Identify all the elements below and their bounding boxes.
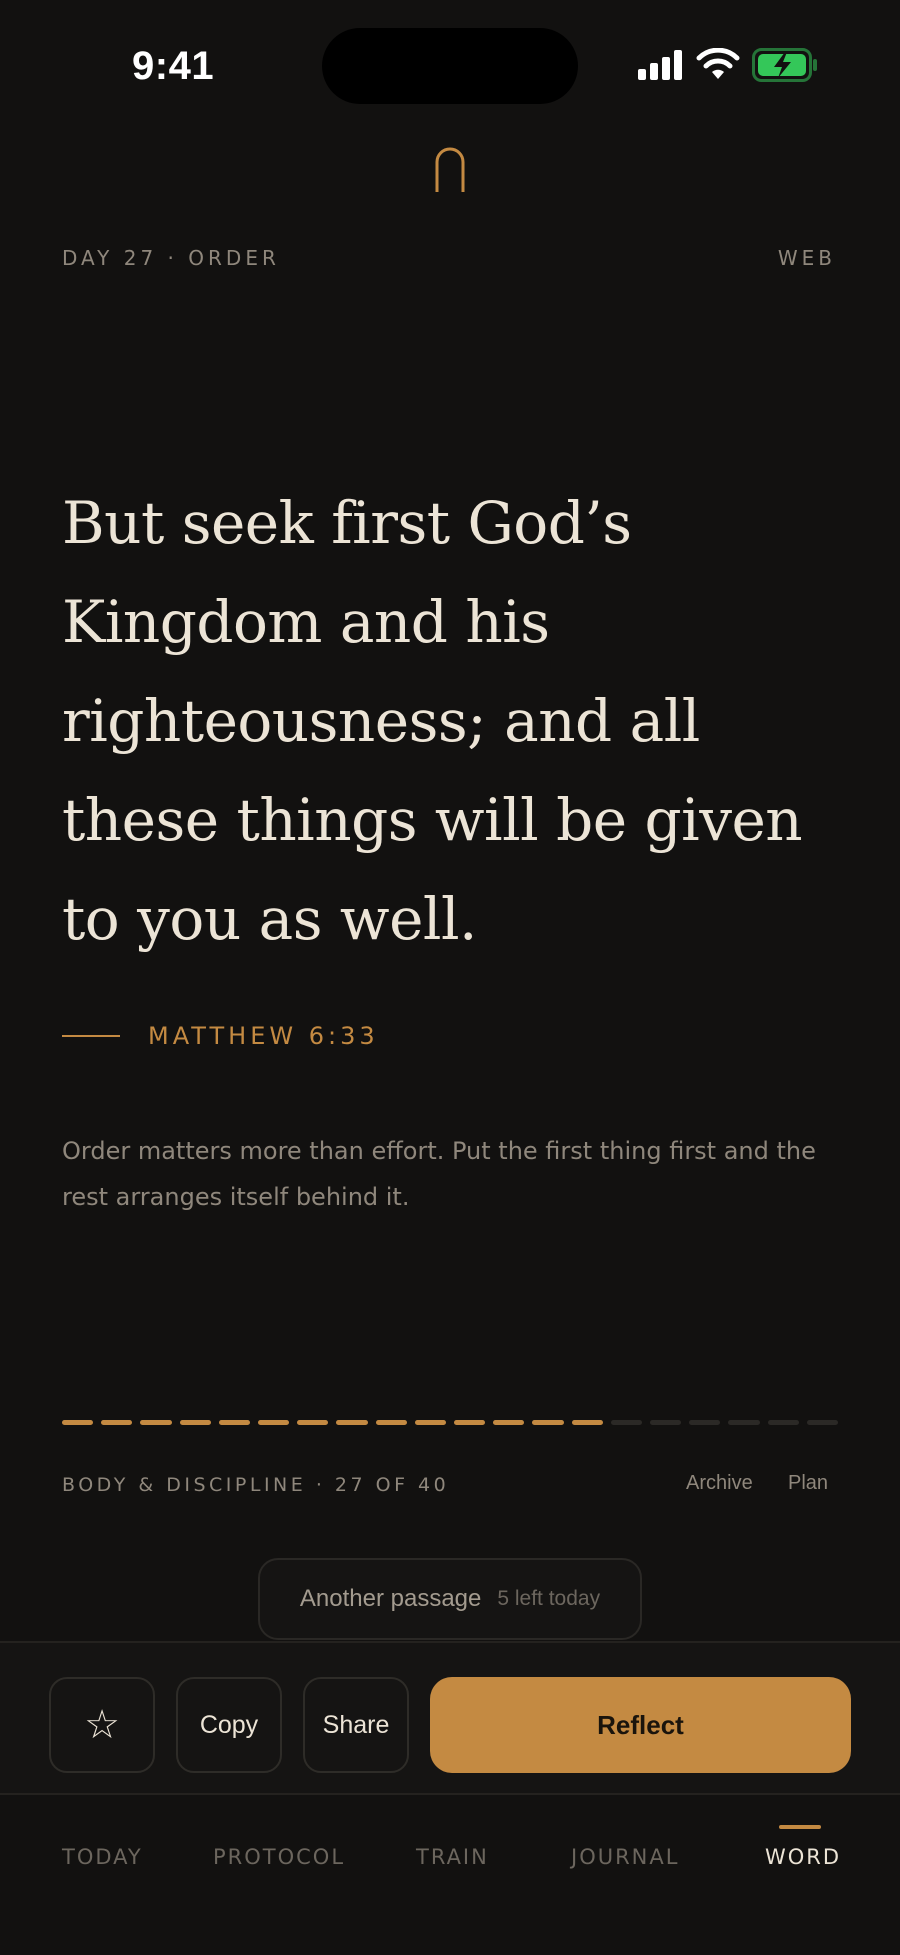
progress-segment xyxy=(101,1420,133,1425)
arch-logo-icon xyxy=(435,147,465,192)
progress-segment xyxy=(650,1420,682,1425)
progress-segment xyxy=(571,1420,603,1425)
progress-segment xyxy=(689,1420,721,1425)
copy-button[interactable]: Copy xyxy=(176,1677,282,1773)
archive-link[interactable]: Archive xyxy=(686,1472,753,1495)
reflection-text: Order matters more than effort. Put the … xyxy=(62,1137,816,1211)
tab-protocol[interactable]: PROTOCOL xyxy=(213,1845,345,1869)
progress-segment xyxy=(336,1420,368,1425)
dynamic-island xyxy=(322,28,578,104)
copy-label: Copy xyxy=(199,1710,259,1739)
reflect-button[interactable]: Reflect xyxy=(430,1677,851,1773)
favorite-button[interactable]: ☆ xyxy=(49,1677,155,1773)
progress-segment xyxy=(179,1420,211,1425)
progress-segment xyxy=(454,1420,486,1425)
progress-segment xyxy=(297,1420,329,1425)
tab-journal[interactable]: JOURNAL xyxy=(571,1845,679,1869)
day-label: DAY 27 · ORDER xyxy=(62,246,280,270)
progress-segment xyxy=(258,1420,290,1425)
star-icon: ☆ xyxy=(84,1703,120,1747)
tab-bar: TODAY PROTOCOL TRAIN JOURNAL WORD xyxy=(0,1793,900,1955)
progress-segment xyxy=(806,1420,839,1425)
status-time: 9:41 xyxy=(132,44,215,88)
plan-progress-bar xyxy=(62,1420,839,1426)
action-bar: ☆ Copy Share Reflect xyxy=(0,1641,900,1793)
progress-segment xyxy=(728,1420,760,1425)
progress-segment xyxy=(218,1420,251,1425)
signal-icon xyxy=(638,50,682,80)
status-bar: 9:41 xyxy=(0,0,900,130)
progress-segment xyxy=(375,1420,407,1425)
another-passage-label: Another passage xyxy=(299,1585,482,1612)
tab-today[interactable]: TODAY xyxy=(62,1845,143,1869)
tab-train[interactable]: TRAIN xyxy=(416,1845,489,1869)
another-passage-button[interactable]: Another passage 5 left today xyxy=(258,1558,642,1640)
translation-label[interactable]: WEB xyxy=(778,246,836,270)
battery-charging-icon xyxy=(752,48,817,82)
progress-segment xyxy=(532,1420,564,1425)
verse-reference: MATTHEW 6:33 xyxy=(148,1022,379,1050)
share-button[interactable]: Share xyxy=(303,1677,409,1773)
reflect-label: Reflect xyxy=(597,1709,684,1740)
wifi-icon xyxy=(696,48,740,79)
active-tab-indicator xyxy=(779,1825,821,1829)
progress-segment xyxy=(610,1420,643,1425)
progress-segment xyxy=(62,1420,94,1425)
reference-divider xyxy=(62,1035,120,1037)
tab-word[interactable]: WORD xyxy=(765,1845,841,1869)
progress-segment xyxy=(493,1420,525,1425)
plan-label: BODY & DISCIPLINE · 27 OF 40 xyxy=(62,1474,450,1496)
verse-text: But seek first God’s Kingdom and his rig… xyxy=(62,489,803,953)
passages-left-count: 5 left today xyxy=(497,1587,601,1610)
progress-segment xyxy=(414,1420,447,1425)
progress-segment xyxy=(140,1420,172,1425)
plan-link[interactable]: Plan xyxy=(788,1472,828,1495)
share-label: Share xyxy=(322,1710,390,1739)
progress-segment xyxy=(767,1420,799,1425)
